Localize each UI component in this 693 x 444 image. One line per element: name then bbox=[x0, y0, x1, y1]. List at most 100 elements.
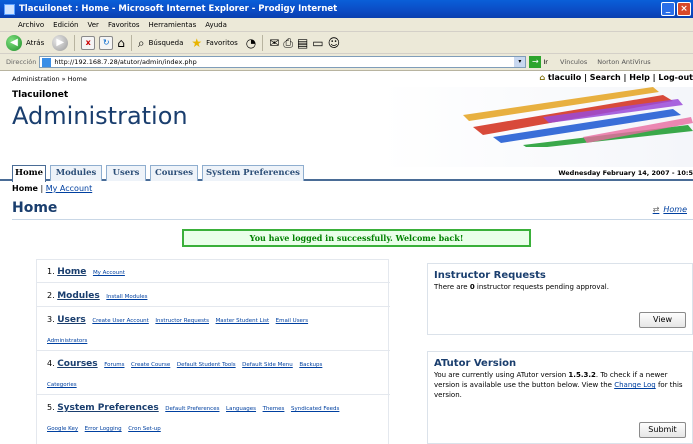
menu-archivo[interactable]: Archivo bbox=[18, 21, 44, 29]
edit-icon[interactable]: ▤ bbox=[297, 36, 308, 50]
go-arrow-icon[interactable]: → bbox=[529, 56, 542, 68]
list-item: 1. Home My Account bbox=[37, 260, 390, 283]
home-shortcut-icon: ⇄ bbox=[652, 205, 660, 214]
home-icon[interactable]: ⌂ bbox=[117, 36, 125, 50]
default-student-tools-sublink[interactable]: Default Student Tools bbox=[177, 362, 236, 368]
site-name: Tlacuilonet bbox=[12, 90, 69, 100]
home-shortcut[interactable]: ⇄ Home bbox=[653, 205, 687, 214]
install-modules-sublink[interactable]: Install Modules bbox=[106, 294, 147, 300]
instructor-requests-title: Instructor Requests bbox=[434, 270, 546, 281]
languages-sublink[interactable]: Languages bbox=[226, 406, 256, 412]
google-key-sublink[interactable]: Google Key bbox=[47, 426, 78, 432]
window-title: Tlacuilonet : Home - Microsoft Internet … bbox=[19, 4, 338, 14]
toolbar-separator bbox=[262, 34, 264, 51]
submit-button[interactable]: Submit bbox=[639, 422, 686, 438]
minimize-button[interactable]: _ bbox=[661, 2, 675, 16]
default-preferences-sublink[interactable]: Default Preferences bbox=[165, 406, 219, 412]
username[interactable]: tlacuilo bbox=[548, 73, 581, 82]
go-button-label[interactable]: Ir bbox=[543, 58, 548, 66]
tab-system-preferences[interactable]: System Preferences bbox=[202, 165, 304, 181]
search-link[interactable]: Search bbox=[590, 73, 621, 82]
site-header: Tlacuilonet Administration Home Modules … bbox=[0, 87, 693, 182]
categories-sublink[interactable]: Categories bbox=[47, 382, 77, 388]
item-number: 3. bbox=[47, 315, 55, 324]
forums-sublink[interactable]: Forums bbox=[104, 362, 124, 368]
backups-sublink[interactable]: Backups bbox=[299, 362, 322, 368]
courses-section-link[interactable]: Courses bbox=[57, 359, 97, 369]
menu-ver[interactable]: Ver bbox=[88, 21, 99, 29]
default-side-menu-sublink[interactable]: Default Side Menu bbox=[242, 362, 293, 368]
stop-icon[interactable]: x bbox=[81, 35, 96, 50]
toolbar-separator bbox=[74, 34, 76, 51]
create-course-sublink[interactable]: Create Course bbox=[131, 362, 170, 368]
list-item: 3. Users Create User Account Instructor … bbox=[37, 307, 390, 351]
administrators-sublink[interactable]: Administrators bbox=[47, 338, 87, 344]
folder-icon[interactable]: ▭ bbox=[312, 36, 323, 50]
search-icon[interactable]: ⌕ bbox=[138, 36, 145, 50]
messenger-icon[interactable]: ☺ bbox=[328, 36, 341, 50]
links-toolbar[interactable]: Vínculos bbox=[560, 58, 587, 66]
menu-edicion[interactable]: Edición bbox=[53, 21, 78, 29]
divider bbox=[12, 219, 693, 220]
instructor-requests-text-start: There are bbox=[434, 283, 470, 291]
syndicated-feeds-sublink[interactable]: Syndicated Feeds bbox=[291, 406, 339, 412]
favorites-button-label[interactable]: Favoritos bbox=[206, 39, 238, 47]
cron-setup-sublink[interactable]: Cron Set-up bbox=[128, 426, 161, 432]
tab-courses[interactable]: Courses bbox=[150, 165, 198, 181]
tab-home[interactable]: Home bbox=[12, 165, 46, 182]
forward-arrow-icon[interactable]: ▶ bbox=[52, 34, 69, 51]
url-field[interactable]: http://192.168.7.28/atutor/admin/index.p… bbox=[39, 56, 527, 68]
logout-link[interactable]: Log-out bbox=[658, 73, 693, 82]
home-shortcut-label[interactable]: Home bbox=[663, 205, 687, 214]
admin-menu-panel: 1. Home My Account 2. Modules Install Mo… bbox=[36, 259, 390, 444]
atutor-version-panel: ATutor Version You are currently using A… bbox=[427, 351, 693, 444]
search-button-label[interactable]: Búsqueda bbox=[149, 39, 184, 47]
error-logging-sublink[interactable]: Error Logging bbox=[85, 426, 122, 432]
breadcrumb-text[interactable]: Administration » Home bbox=[12, 75, 87, 83]
user-links: ⌂ tlacuilo | Search | Help | Log-out bbox=[539, 73, 693, 82]
window-title-bar: Tlacuilonet : Home - Microsoft Internet … bbox=[0, 0, 693, 18]
change-log-link[interactable]: Change Log bbox=[614, 381, 656, 389]
list-item: 4. Courses Forums Create Course Default … bbox=[37, 351, 390, 395]
themes-sublink[interactable]: Themes bbox=[263, 406, 285, 412]
norton-antivirus[interactable]: Norton AntiVirus bbox=[597, 58, 650, 66]
view-button[interactable]: View bbox=[639, 312, 686, 328]
favorites-star-icon[interactable]: ★ bbox=[191, 36, 202, 50]
chevron-down-icon[interactable]: ▾ bbox=[514, 57, 526, 67]
back-button-label[interactable]: Atrás bbox=[26, 39, 44, 47]
instructor-requests-sublink[interactable]: Instructor Requests bbox=[155, 318, 209, 324]
atutor-version-text: You are currently using ATutor version 1… bbox=[434, 370, 686, 400]
menu-bar: Archivo Edición Ver Favoritos Herramient… bbox=[0, 18, 693, 32]
menu-ayuda[interactable]: Ayuda bbox=[205, 21, 227, 29]
tab-users[interactable]: Users bbox=[106, 165, 146, 181]
modules-section-link[interactable]: Modules bbox=[57, 291, 100, 301]
help-link[interactable]: Help bbox=[629, 73, 650, 82]
mail-icon[interactable]: ✉ bbox=[269, 36, 279, 50]
history-icon[interactable]: ◔ bbox=[246, 36, 256, 50]
menu-favoritos[interactable]: Favoritos bbox=[108, 21, 140, 29]
item-number: 1. bbox=[47, 267, 55, 276]
close-button[interactable]: × bbox=[677, 2, 691, 16]
my-account-sublink[interactable]: My Account bbox=[93, 270, 125, 276]
refresh-icon[interactable]: ↻ bbox=[99, 35, 114, 50]
instructor-requests-text-end: instructor requests pending approval. bbox=[474, 283, 609, 291]
home-section-link[interactable]: Home bbox=[57, 267, 86, 277]
email-users-sublink[interactable]: Email Users bbox=[276, 318, 308, 324]
tab-modules[interactable]: Modules bbox=[50, 165, 102, 181]
system-preferences-section-link[interactable]: System Preferences bbox=[57, 403, 159, 413]
back-arrow-icon[interactable]: ◀ bbox=[6, 34, 22, 51]
version-text-start: You are currently using ATutor version bbox=[434, 371, 569, 379]
sub-breadcrumb: Home | My Account bbox=[12, 184, 93, 193]
users-section-link[interactable]: Users bbox=[57, 315, 86, 325]
print-icon[interactable]: ⎙ bbox=[283, 36, 293, 50]
address-bar: Dirección http://192.168.7.28/atutor/adm… bbox=[0, 54, 693, 71]
my-account-link[interactable]: My Account bbox=[46, 184, 92, 193]
menu-herramientas[interactable]: Herramientas bbox=[149, 21, 197, 29]
sub-breadcrumb-current: Home bbox=[12, 184, 38, 193]
create-user-account-sublink[interactable]: Create User Account bbox=[92, 318, 149, 324]
list-item: 5. System Preferences Default Preference… bbox=[37, 395, 390, 444]
pencils-banner-image bbox=[463, 87, 693, 147]
master-student-list-sublink[interactable]: Master Student List bbox=[216, 318, 270, 324]
instructor-requests-panel: Instructor Requests There are 0 instruct… bbox=[427, 263, 693, 335]
instructor-requests-text: There are 0 instructor requests pending … bbox=[434, 282, 686, 292]
